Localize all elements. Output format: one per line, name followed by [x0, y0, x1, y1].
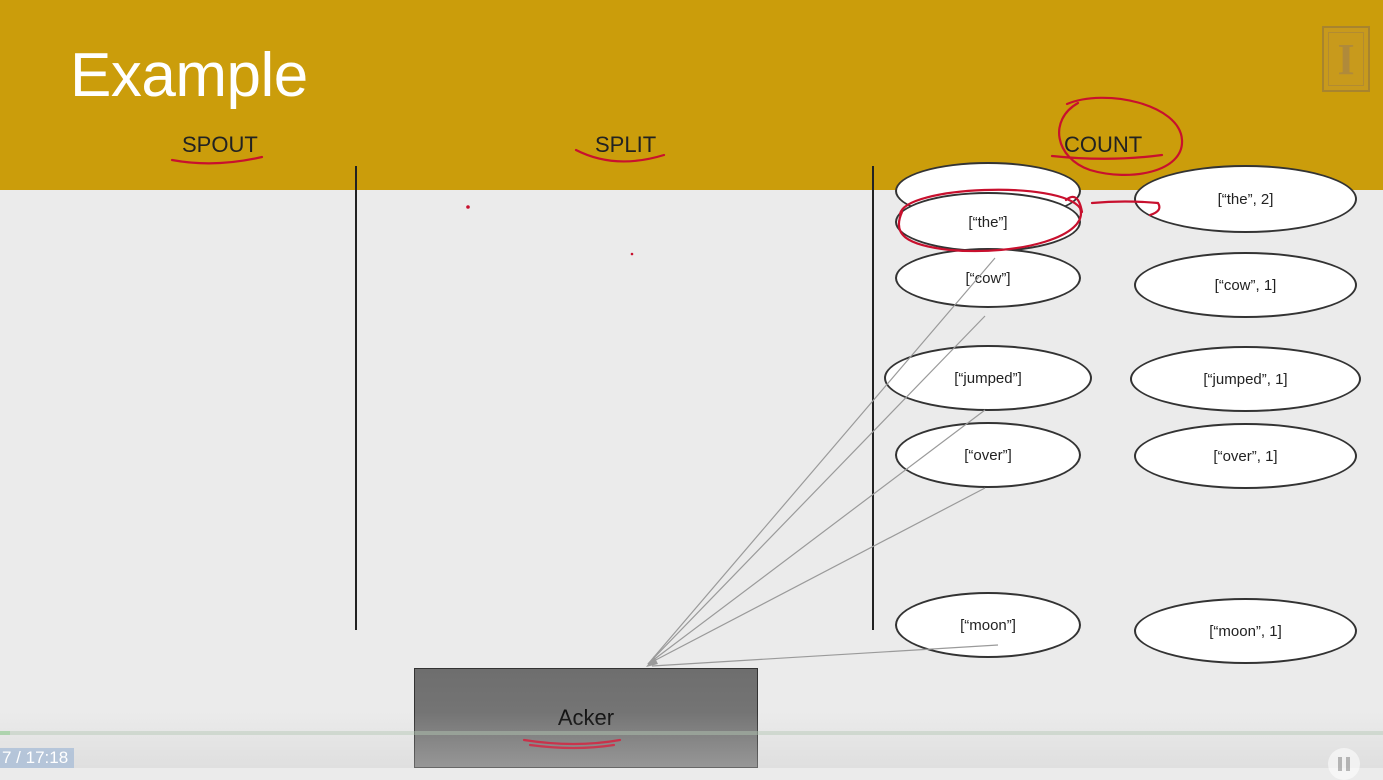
pause-icon [1346, 757, 1350, 771]
ack-line-the [647, 257, 996, 665]
player-bottom-fade [0, 712, 1383, 768]
pen-dot-icon [466, 205, 470, 209]
pause-button[interactable] [1328, 748, 1360, 780]
ack-line-cow [647, 315, 986, 665]
pen-dot-icon [630, 252, 634, 256]
pause-icon [1338, 757, 1342, 771]
video-time-display: 7 / 17:18 [0, 748, 75, 768]
ack-line-jumped [647, 409, 986, 665]
circle-count-icon [1058, 96, 1184, 176]
underline-split-icon [574, 148, 666, 163]
ack-lines [647, 257, 999, 667]
circle-the-icon [897, 188, 1083, 253]
video-progress-bar[interactable] [0, 731, 1383, 735]
video-progress-fill [0, 731, 10, 735]
underline-spout-icon [170, 155, 264, 165]
ack-line-moon [651, 644, 999, 667]
ack-line-over [647, 487, 986, 665]
arrow-to-count-icon [1090, 200, 1161, 217]
diagram-overlay [170, 96, 1184, 750]
pen-annotations [170, 96, 1184, 750]
